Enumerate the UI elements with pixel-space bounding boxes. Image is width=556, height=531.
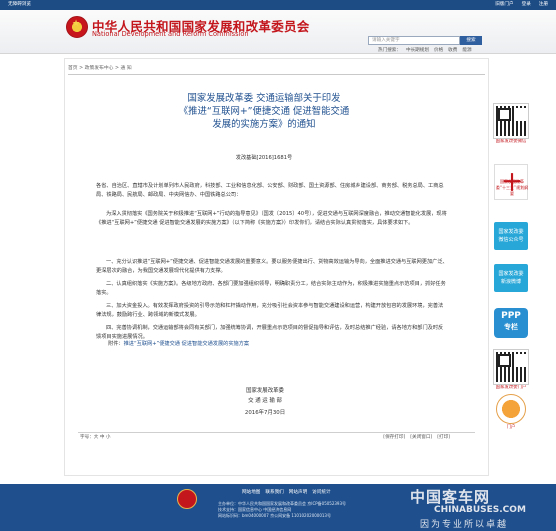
footer-emblem-icon — [177, 489, 197, 509]
title-line: 《推进“互联网+”便捷交通 促进智能交通 — [178, 106, 350, 117]
qr-label: 国家发改委门户 — [495, 385, 527, 390]
plan-banner-image: 十 国家发展改革委“十三五”规划纲要 — [494, 164, 528, 200]
paragraph: 各省、自治区、直辖市及计划单列市人民政府，科技部、工业和信息化部、公安部、财政部… — [96, 183, 444, 198]
article-title: 国家发展改革委 交通运输部关于印发 《推进“互联网+”便捷交通 促进智能交通 发… — [94, 92, 434, 131]
button-label: 新浪微博 — [500, 279, 521, 285]
article-tools: [保存打印] [关闭窗口] [打印] — [383, 434, 450, 440]
sitemap-link[interactable]: 网站地图 — [242, 489, 260, 495]
title-line: 国家发展改革委 交通运输部关于印发 — [187, 93, 341, 104]
ppp-label: PPP — [501, 311, 521, 321]
app-label: 门户 — [506, 425, 516, 430]
register-link[interactable]: 注册 — [539, 0, 548, 10]
ppp-icon: PPP 专栏 — [494, 308, 528, 338]
paragraph: 一、充分认识推进“互联网+”便捷交通、促进智能交通发展的重要意义。要以服务便捷出… — [96, 259, 448, 274]
font-size-control[interactable]: 字号：大 中 小 — [80, 434, 110, 440]
contact-link[interactable]: 联系我们 — [265, 489, 283, 495]
search-input[interactable]: 请输入关键字 — [368, 36, 460, 45]
hot-search-label: 热门搜索： — [378, 48, 401, 53]
stats-link[interactable]: 访问统计 — [312, 489, 330, 495]
button-label: 国家发改委 — [498, 271, 524, 277]
app-icon — [496, 394, 526, 424]
print-link[interactable]: [打印] — [437, 434, 450, 440]
hot-search-link[interactable]: 价格 — [434, 47, 443, 53]
signature-org: 国家发展改革委 — [246, 388, 284, 394]
hot-search-link[interactable]: 能源 — [462, 47, 471, 53]
qr-code-icon — [493, 349, 529, 385]
attachment: 附件：推进“互联网+”便捷交通 促进智能交通发展的实施方案 — [108, 340, 249, 347]
ppp-sub-label: 专栏 — [504, 323, 518, 331]
paragraph: 三、加大资金投入。有效发挥政府投资的引导示范和杠杆撬动作用，充分吸引社会资本参与… — [96, 303, 444, 318]
wechat-qr: 国家发改委微信 — [493, 103, 529, 145]
divider — [68, 74, 485, 75]
hot-search-links: 热门搜索： 中长期规划 价格 收费 能源 — [378, 47, 472, 53]
hot-search-link[interactable]: 中长期规划 — [406, 47, 429, 53]
qr-label: 国家发改委微信 — [495, 139, 527, 144]
breadcrumb[interactable]: 首页 > 政策发布中心 > 通 知 — [68, 64, 132, 71]
title-line: 发展的实施方案》的通知 — [212, 119, 316, 130]
watermark-cn: 中国客车网 — [410, 488, 491, 506]
button-label: 微信公众号 — [498, 237, 524, 243]
signature-date: 2016年7月30日 — [244, 410, 286, 416]
top-links: 旧版门户 登录 注册 — [495, 0, 548, 10]
accessibility-link[interactable]: 无障碍浏览 — [8, 0, 31, 10]
attachment-link[interactable]: 推进“互联网+”便捷交通 促进智能交通发展的实施方案 — [124, 341, 250, 347]
watermark-slogan: 因为专业所以卓越 — [420, 520, 509, 530]
footer-links: 网站地图 联系我们 网站声明 访问统计 — [242, 489, 331, 495]
search-button[interactable]: 搜索 — [460, 36, 482, 45]
signature-org: 交 通 运 输 部 — [248, 398, 282, 404]
login-link[interactable]: 登录 — [522, 0, 531, 10]
watermark-en: CHINABUSES.COM — [434, 505, 526, 515]
weibo-button-face: 国家发改委 新浪微博 — [494, 264, 528, 292]
qr-code-icon — [493, 103, 529, 139]
paragraph: 二、认真组织落实《实施方案》。各级地方政府、各部门要加强组织领导，明确职责分工，… — [96, 281, 446, 296]
ppp-button[interactable]: PPP 专栏 — [494, 308, 528, 338]
document-number: 发改基础[2016]1681号 — [235, 155, 293, 161]
wechat-button-face: 国家发改委 微信公众号 — [494, 222, 528, 250]
plan-banner-label: 国家发展改革委“十三五”规划纲要 — [495, 179, 529, 196]
old-portal-link[interactable]: 旧版门户 — [495, 0, 513, 10]
divider — [78, 432, 475, 433]
statement-link[interactable]: 网站声明 — [289, 489, 307, 495]
paragraph: 为深入贯彻落实《国务院关于积极推进“互联网+”行动的指导意见》（国发〔2015〕… — [96, 211, 447, 226]
save-print-link[interactable]: [保存打印] — [383, 434, 405, 440]
site-title-en: National Development and Reform Commissi… — [92, 30, 249, 38]
portal-qr: 国家发改委门户 — [493, 349, 529, 391]
attachment-label: 附件： — [108, 341, 124, 347]
close-window-link[interactable]: [关闭窗口] — [410, 434, 432, 440]
app-link[interactable]: 门户 — [494, 394, 528, 431]
top-bar: 无障碍浏览 旧版门户 登录 注册 — [0, 0, 556, 10]
wechat-account-button[interactable]: 国家发改委 微信公众号 — [494, 222, 528, 250]
national-emblem-icon: ★ — [66, 16, 88, 38]
hot-search-link[interactable]: 收费 — [448, 47, 457, 53]
weibo-button[interactable]: 国家发改委 新浪微博 — [494, 264, 528, 292]
button-label: 国家发改委 — [498, 229, 524, 235]
footer-info: 网站标识码：bm04000007 京公网安备 11010202000013号 — [218, 513, 331, 518]
plan-banner[interactable]: 十 国家发展改革委“十三五”规划纲要 — [494, 164, 528, 200]
